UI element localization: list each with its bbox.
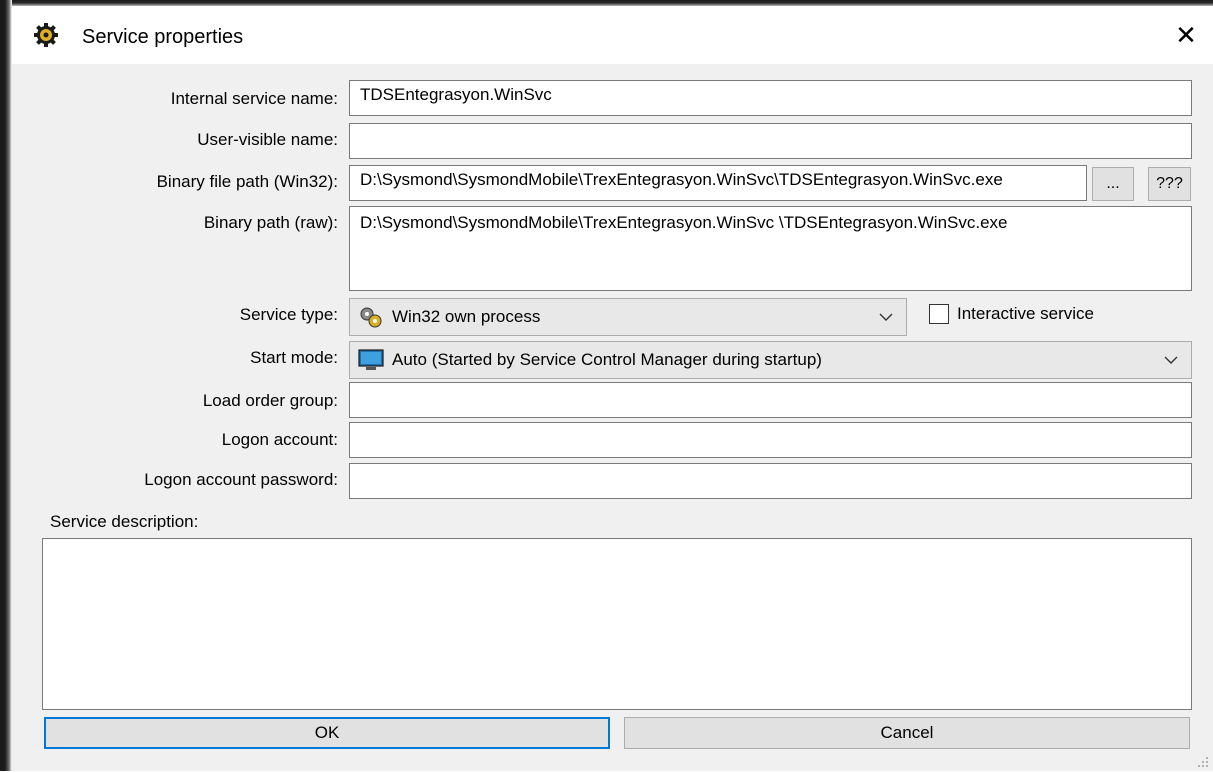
logon-account-label: Logon account: <box>221 430 338 449</box>
chevron-down-icon <box>866 313 906 321</box>
binary-path-raw-textarea[interactable]: D:\Sysmond\SysmondMobile\TrexEntegrasyon… <box>349 206 1192 291</box>
logon-password-input[interactable] <box>349 463 1192 499</box>
logon-password-label: Logon account password: <box>144 470 338 489</box>
start-mode-label: Start mode: <box>250 348 338 367</box>
load-order-group-label: Load order group: <box>202 391 338 410</box>
start-mode-value: Auto (Started by Service Control Manager… <box>392 350 822 369</box>
service-description-label: Service description: <box>50 512 199 531</box>
cancel-button[interactable]: Cancel <box>624 717 1190 749</box>
resize-grip-icon[interactable] <box>1197 755 1209 767</box>
window-shadow-left <box>0 0 12 771</box>
logon-account-input[interactable] <box>349 422 1192 458</box>
binary-path-raw-label: Binary path (raw): <box>203 213 338 232</box>
browse-button[interactable]: ... <box>1092 167 1134 201</box>
load-order-group-input[interactable] <box>349 382 1192 418</box>
close-button[interactable]: ✕ <box>1159 6 1213 64</box>
gear-icon <box>34 23 58 47</box>
internal-name-label: Internal service name: <box>170 89 338 108</box>
binary-path-win32-label: Binary file path (Win32): <box>156 172 338 191</box>
user-visible-name-input[interactable] <box>349 123 1192 159</box>
service-type-select[interactable]: Win32 own process <box>349 298 907 336</box>
ok-button[interactable]: OK <box>44 717 610 749</box>
service-type-label: Service type: <box>239 305 338 324</box>
user-visible-name-label: User-visible name: <box>197 130 338 149</box>
help-button[interactable]: ??? <box>1148 167 1191 201</box>
monitor-icon <box>356 348 386 372</box>
service-properties-dialog: Service properties ✕ Internal service na… <box>12 6 1213 771</box>
gears-icon <box>356 305 386 329</box>
binary-path-win32-input[interactable]: D:\Sysmond\SysmondMobile\TrexEntegrasyon… <box>349 165 1087 201</box>
start-mode-select[interactable]: Auto (Started by Service Control Manager… <box>349 341 1192 379</box>
close-icon: ✕ <box>1175 19 1197 50</box>
interactive-service-label: Interactive service <box>957 304 1094 323</box>
chevron-down-icon <box>1151 356 1191 364</box>
title-bar[interactable]: Service properties ✕ <box>12 6 1213 64</box>
window-title: Service properties <box>82 26 244 48</box>
service-description-textarea[interactable] <box>42 538 1192 710</box>
service-type-value: Win32 own process <box>392 307 541 326</box>
checkbox-box[interactable] <box>929 304 949 324</box>
internal-name-input[interactable]: TDSEntegrasyon.WinSvc <box>349 80 1192 116</box>
interactive-service-checkbox[interactable]: Interactive service <box>929 304 1094 324</box>
